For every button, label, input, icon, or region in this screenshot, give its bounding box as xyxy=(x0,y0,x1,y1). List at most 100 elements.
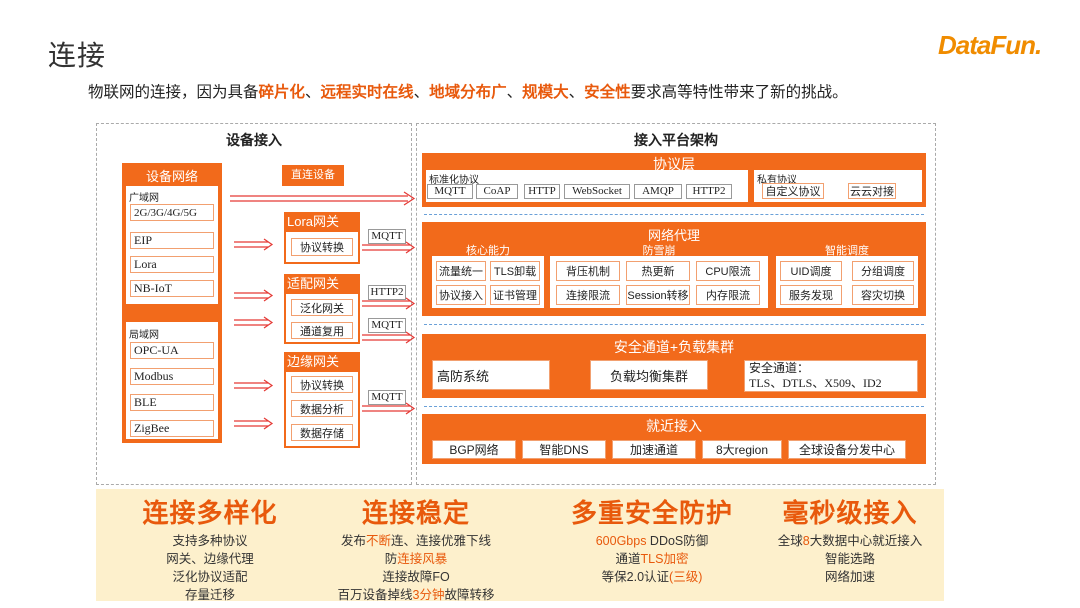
arrow-wan-adapter xyxy=(234,289,274,302)
arrow-lan-edge-2 xyxy=(234,417,274,430)
connection-arrows xyxy=(230,191,416,430)
subtitle-highlight: 地域分布广 xyxy=(429,84,507,101)
feature-column: 连接稳定 发布不断连、连接优雅下线 防连接风暴 连接故障FO 百万设备掉线3分钟故障转移 xyxy=(316,493,516,604)
std-protocol-item: CoAP xyxy=(476,184,518,199)
subtitle: 物联网的连接，因为具备碎片化、远程实时在线、地域分布广、规模大、安全性要求高等特… xyxy=(88,80,848,102)
feature-text: 智能选路 xyxy=(824,552,875,566)
nearby-item: 加速通道 xyxy=(612,440,696,459)
feature-line: 发布不断连、连接优雅下线 xyxy=(316,532,516,550)
feature-title: 毫秒级接入 xyxy=(782,498,918,528)
wan-item: Lora xyxy=(130,256,214,273)
std-protocol-item: MQTT xyxy=(427,184,473,199)
feature-text: 泛化协议适配 xyxy=(172,570,248,584)
scheduling-item: 容灾切换 xyxy=(852,285,914,305)
arrow-direct xyxy=(230,191,416,206)
feature-text: 百万设备掉线 xyxy=(337,588,413,602)
avalanche-item: 热更新 xyxy=(626,261,690,281)
subtitle-sep: 、 xyxy=(413,84,430,101)
feature-line: 通道TLS加密 xyxy=(552,550,752,568)
feature-text: 通道 xyxy=(615,552,641,566)
feature-text: 网关、边缘代理 xyxy=(166,552,254,566)
security-channel: 安全通道： TLS、DTLS、X509、ID2 xyxy=(744,360,918,392)
avalanche-item: 连接限流 xyxy=(556,285,620,305)
subtitle-highlight: 碎片化 xyxy=(258,84,306,101)
nearby-access-title: 就近接入 xyxy=(646,418,702,434)
nearby-item: BGP网络 xyxy=(432,440,516,459)
layer-divider xyxy=(424,406,924,407)
arrow-lan-adapter xyxy=(234,316,274,329)
device-access-title: 设备接入 xyxy=(226,132,282,148)
feature-line: 等保2.0认证(三级) xyxy=(552,568,752,586)
security-item: 高防系统 xyxy=(432,360,550,390)
feature-line: 600Gbps DDoS防御 xyxy=(552,532,752,550)
wan-label: 广域网 xyxy=(129,193,159,204)
feature-text: 故障转移 xyxy=(444,588,495,602)
feature-text: 存量迁移 xyxy=(184,588,235,602)
lan-item: ZigBee xyxy=(130,420,214,437)
core-capability-item: TLS卸载 xyxy=(490,261,540,281)
feature-text: 支持多种协议 xyxy=(172,534,248,548)
feature-line: 网络加速 xyxy=(760,568,940,586)
subtitle-text: 物联网的连接，因为具备 xyxy=(88,84,259,101)
subtitle-highlight: 安全性 xyxy=(584,84,631,101)
feature-text: 等保2.0认证 xyxy=(601,570,670,584)
feature-highlight: 600Gbps xyxy=(595,534,647,548)
feature-highlight: 连接风暴 xyxy=(397,552,448,566)
subtitle-sep: 、 xyxy=(568,84,585,101)
security-channel-label: 安全通道： xyxy=(749,361,810,375)
core-capability-item: 流量统一 xyxy=(436,261,486,281)
feature-text: 大数据中心就近接入 xyxy=(809,534,923,548)
feature-highlight: 不断 xyxy=(365,534,391,548)
feature-column: 毫秒级接入 全球8大数据中心就近接入 智能选路 网络加速 xyxy=(760,493,940,586)
lan-item: OPC-UA xyxy=(130,342,214,359)
feature-text: 网络加速 xyxy=(824,570,875,584)
security-item: 负载均衡集群 xyxy=(590,360,708,390)
subtitle-text: 要求高等特性带来了新的挑战。 xyxy=(630,84,848,101)
arrow-adapter-platform xyxy=(362,297,416,310)
datafun-logo: DataFun. xyxy=(938,30,1042,61)
scheduling-item: 服务发现 xyxy=(780,285,842,305)
avalanche-item: CPU限流 xyxy=(696,261,760,281)
feature-highlight: (三级) xyxy=(669,570,703,584)
lan-item: Modbus xyxy=(130,368,214,385)
feature-line: 网关、边缘代理 xyxy=(120,550,300,568)
scheduling-item: UID调度 xyxy=(780,261,842,281)
core-capability-item: 证书管理 xyxy=(490,285,540,305)
feature-highlight: TLS加密 xyxy=(640,552,689,566)
feature-line: 存量迁移 xyxy=(120,586,300,604)
layer-divider xyxy=(424,214,924,215)
feature-title: 连接多样化 xyxy=(142,498,278,528)
arrow-lora-platform xyxy=(362,241,416,254)
lan-item: BLE xyxy=(130,394,214,411)
core-capability-item: 协议接入 xyxy=(436,285,486,305)
page-title: 连接 xyxy=(48,40,107,71)
avalanche-item: 背压机制 xyxy=(556,261,620,281)
feature-text: 连、连接优雅下线 xyxy=(391,534,492,548)
avalanche-item: Session转移 xyxy=(626,285,690,305)
arrow-lan-edge xyxy=(234,379,274,392)
feature-text: 防 xyxy=(384,552,398,566)
arrow-adapter-platform-2 xyxy=(362,331,416,344)
nearby-item: 8大region xyxy=(702,440,782,459)
device-network-title: 设备网络 xyxy=(145,169,198,184)
layer-divider xyxy=(424,324,924,325)
feature-column: 多重安全防护 600Gbps DDoS防御 通道TLS加密 等保2.0认证(三级) xyxy=(552,493,752,586)
std-protocol-item: WebSocket xyxy=(564,184,630,199)
feature-text: DDoS防御 xyxy=(646,534,709,548)
feature-text: 全球 xyxy=(777,534,803,548)
arrow-wan-lora xyxy=(234,238,274,251)
lan-label: 局域网 xyxy=(129,330,159,341)
logo-text: DataFun. xyxy=(938,30,1042,60)
subtitle-highlight: 规模大 xyxy=(522,84,569,101)
std-protocol-item: HTTP2 xyxy=(686,184,732,199)
std-protocol-item: AMQP xyxy=(634,184,682,199)
feature-line: 连接故障FO xyxy=(316,568,516,586)
feature-line: 泛化协议适配 xyxy=(120,568,300,586)
subtitle-highlight: 远程实时在线 xyxy=(320,84,414,101)
wan-item: EIP xyxy=(130,232,214,249)
scheduling-item: 分组调度 xyxy=(852,261,914,281)
feature-title: 多重安全防护 xyxy=(570,498,733,528)
feature-highlight: 3分钟 xyxy=(412,588,445,602)
security-title: 安全通道+负载集群 xyxy=(613,339,735,355)
feature-line: 支持多种协议 xyxy=(120,532,300,550)
